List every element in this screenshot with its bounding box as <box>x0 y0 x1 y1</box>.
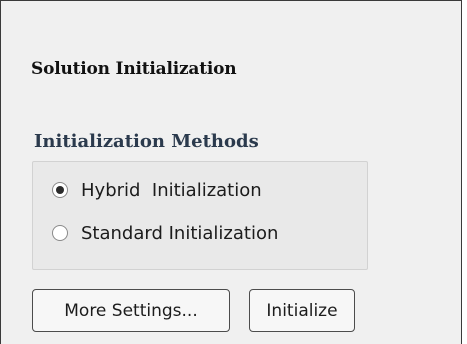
initialization-methods-label: Initialization Methods <box>34 131 259 152</box>
more-settings-button[interactable]: More Settings... <box>32 289 230 332</box>
radio-button-standard[interactable] <box>52 225 68 241</box>
radio-label-hybrid: Hybrid Initialization <box>81 179 262 201</box>
solution-initialization-panel: Solution Initialization Initialization M… <box>0 0 462 344</box>
initialize-button[interactable]: Initialize <box>249 289 355 332</box>
radio-label-standard: Standard Initialization <box>81 222 279 244</box>
radio-option-standard[interactable]: Standard Initialization <box>52 220 278 246</box>
panel-title: Solution Initialization <box>31 59 237 79</box>
radio-button-hybrid[interactable] <box>52 182 68 198</box>
radio-option-hybrid[interactable]: Hybrid Initialization <box>52 177 262 203</box>
initialization-methods-group: Hybrid Initialization Standard Initializ… <box>32 161 368 270</box>
